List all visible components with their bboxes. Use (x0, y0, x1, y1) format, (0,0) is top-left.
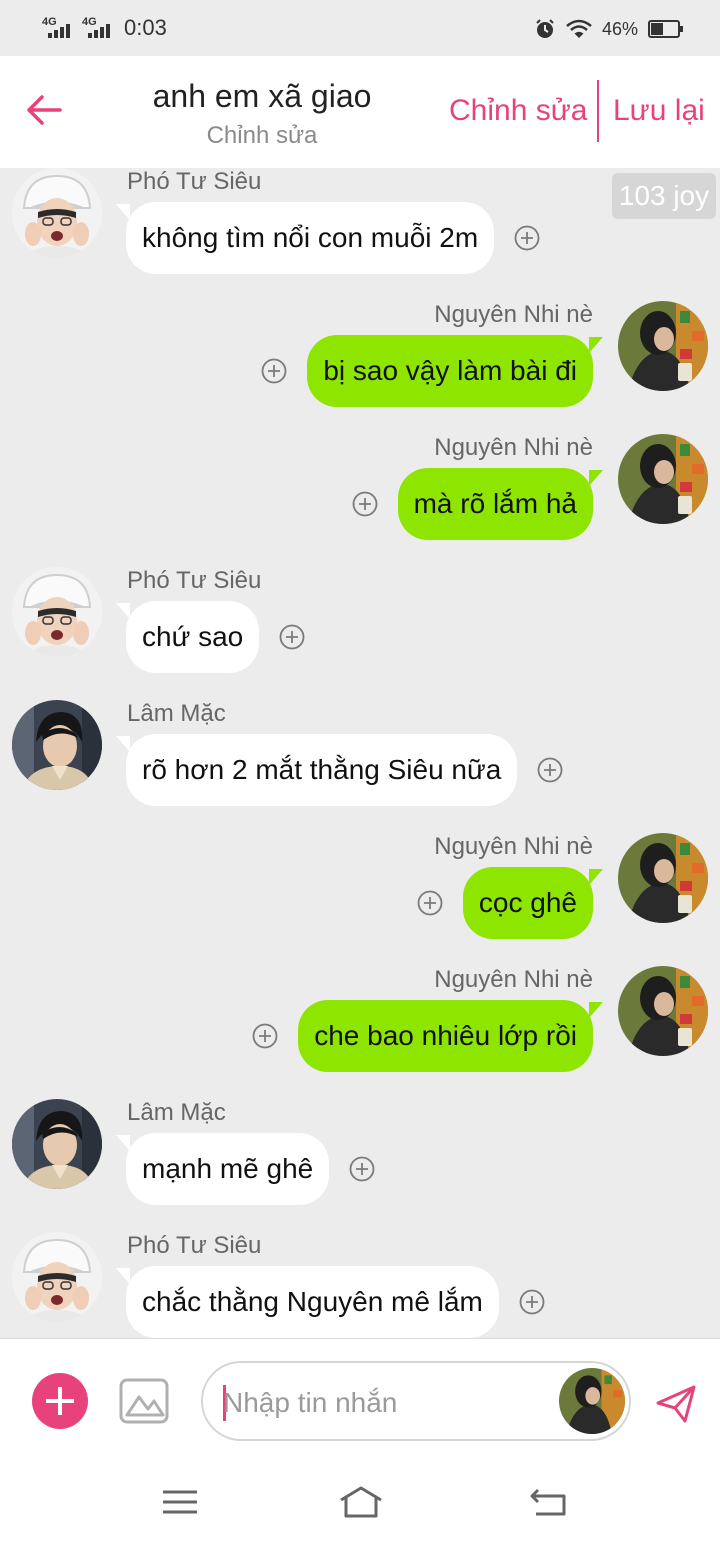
status-bar: 4G 4G 0:03 46% (0, 0, 720, 56)
sender-name: Nguyên Nhi nè (434, 966, 593, 993)
message-bubble[interactable]: rõ hơn 2 mắt thằng Siêu nữa (115, 734, 518, 806)
edit-button[interactable]: Chỉnh sửa (449, 94, 588, 128)
message-bubble[interactable]: chắc thằng Nguyên mê lắm (116, 1266, 499, 1338)
avatar[interactable] (12, 700, 102, 790)
wifi-icon (566, 19, 592, 38)
avatar[interactable] (618, 434, 708, 524)
add-reaction-icon[interactable] (352, 491, 378, 517)
back-icon[interactable] (528, 1484, 568, 1520)
clock: 0:03 (124, 15, 167, 40)
message-bubble[interactable]: mà rõ lắm hả (397, 468, 604, 540)
signal-icon-2: 4G (82, 16, 114, 40)
add-reaction-icon[interactable] (519, 1289, 545, 1315)
add-reaction-icon[interactable] (514, 225, 540, 251)
back-arrow-icon (27, 95, 62, 125)
add-reaction-icon[interactable] (279, 624, 305, 650)
battery-fill (651, 23, 663, 35)
signal-icon: 4G (42, 16, 74, 40)
group-title: anh em xã giao (152, 78, 372, 114)
menu-icon[interactable] (160, 1484, 200, 1520)
status-right: 46% (534, 16, 683, 42)
sender-name: Phó Tư Siêu (127, 567, 262, 594)
avatar[interactable] (618, 833, 708, 923)
header-divider (597, 80, 599, 142)
message-row: Nguyên Nhi nè bị sao vậy làm bài đi (0, 301, 720, 421)
battery-icon (648, 20, 683, 38)
joy-badge: 103 joy (612, 173, 716, 219)
message-bubble[interactable]: không tìm nổi con muỗi 2m (115, 202, 495, 274)
message-row: Nguyên Nhi nè cọc ghê (0, 833, 720, 953)
message-row: Nguyên Nhi nè mà rõ lắm hả (0, 434, 720, 554)
add-reaction-icon[interactable] (252, 1023, 278, 1049)
sender-name: Nguyên Nhi nè (434, 434, 593, 461)
status-left: 4G 4G 0:03 (42, 14, 167, 42)
message-row: Lâm Mặc mạnh mẽ ghê (0, 1099, 720, 1219)
sender-name: Phó Tư Siêu (127, 1232, 262, 1259)
home-icon[interactable] (337, 1484, 385, 1520)
sender-name: Nguyên Nhi nè (434, 301, 593, 328)
message-bubble[interactable]: chứ sao (115, 601, 260, 673)
chat-header: anh em xã giao Chỉnh sửa Chỉnh sửa Lưu l… (0, 56, 720, 168)
message-row: Phó Tư Siêu chứ sao (0, 567, 720, 687)
battery-percent: 46% (601, 18, 638, 39)
alarm-icon (536, 19, 554, 38)
system-nav-bar (0, 1462, 720, 1544)
message-row: Lâm Mặc rõ hơn 2 mắt thằng Siêu nữa (0, 700, 720, 820)
avatar[interactable] (12, 567, 102, 657)
avatar[interactable] (618, 301, 708, 391)
message-list[interactable]: Phó Tư Siêu không tìm nổi con muỗi 2m Nguy… (0, 168, 720, 1338)
message-input-placeholder: Nhập tin nhắn (223, 1387, 398, 1418)
message-bubble[interactable]: bị sao vậy làm bài đi (307, 335, 603, 407)
add-reaction-icon[interactable] (537, 757, 563, 783)
add-reaction-icon[interactable] (349, 1156, 375, 1182)
add-attachment-button[interactable] (32, 1373, 88, 1429)
message-bubble[interactable]: mạnh mẽ ghê (115, 1133, 330, 1205)
message-row: Phó Tư Siêu chắc thằng Nguyên mê lắm (0, 1232, 720, 1338)
save-button[interactable]: Lưu lại (613, 94, 705, 128)
message-bubble[interactable]: che bao nhiêu lớp rồi (298, 1000, 603, 1072)
sender-name: Lâm Mặc (127, 1099, 226, 1126)
image-icon[interactable] (118, 1375, 170, 1427)
message-bubble[interactable]: cọc ghê (462, 867, 604, 939)
avatar[interactable] (559, 1368, 625, 1434)
add-reaction-icon[interactable] (261, 358, 287, 384)
sender-name: Nguyên Nhi nè (434, 833, 593, 860)
avatar[interactable] (618, 966, 708, 1056)
send-icon[interactable] (655, 1383, 697, 1425)
sender-name: Lâm Mặc (127, 700, 226, 727)
avatar[interactable] (12, 1099, 102, 1189)
add-reaction-icon[interactable] (417, 890, 443, 916)
avatar[interactable] (12, 1232, 102, 1322)
message-input[interactable]: Nhập tin nhắn (201, 1361, 631, 1441)
message-row: Nguyên Nhi nè che bao nhiêu lớp rồi (0, 966, 720, 1086)
back-button[interactable] (20, 86, 68, 134)
sender-name: Phó Tư Siêu (127, 168, 262, 195)
group-subtitle: Chỉnh sửa (206, 122, 318, 149)
avatar[interactable] (12, 168, 102, 258)
composer: Nhập tin nhắn (0, 1338, 720, 1462)
